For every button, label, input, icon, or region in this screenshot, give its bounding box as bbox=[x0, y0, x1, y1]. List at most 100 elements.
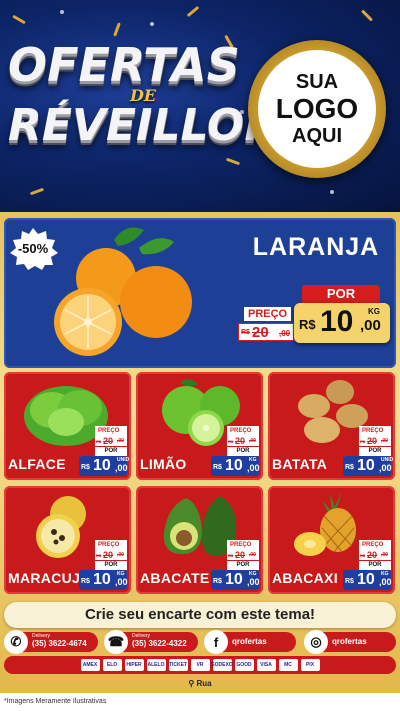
price-currency: R$ bbox=[299, 317, 316, 332]
product-price-box: PREÇO R$ 20,00 POR R$ 10 ,00 UNID bbox=[79, 426, 130, 476]
old-currency: R$ bbox=[241, 329, 250, 336]
product-price: R$ 10 ,00 KG bbox=[79, 570, 128, 590]
price-decimal: ,00 bbox=[115, 463, 128, 473]
payment-vr-icon: VR bbox=[190, 659, 210, 671]
price-integer: 10 bbox=[225, 571, 243, 588]
old-decimal: ,00 bbox=[279, 329, 291, 338]
payment-alelo-icon: ALELO bbox=[146, 659, 166, 671]
product-name: ABACATE bbox=[140, 570, 210, 586]
contact-delivery-1[interactable]: ✆ Delivery (35) 3622-4674 bbox=[4, 630, 98, 654]
old-value: 20 bbox=[103, 436, 114, 446]
por-label: POR bbox=[95, 447, 127, 456]
address-text: Rua bbox=[196, 679, 212, 688]
facebook-icon: f bbox=[204, 630, 228, 654]
old-value: 20 bbox=[252, 324, 269, 341]
instagram-icon: ◎ bbox=[304, 630, 328, 654]
product-name: BATATA bbox=[272, 456, 328, 472]
payment-amex-icon: AMEX bbox=[80, 659, 100, 671]
header-banner: OFERTAS DE RÉVEILLON SUA LOGO AQUI bbox=[0, 0, 400, 212]
price-decimal: ,00 bbox=[379, 463, 392, 473]
price-unit: UNID bbox=[381, 457, 394, 463]
product-price: R$ 10 ,00 KG bbox=[343, 570, 392, 590]
price-currency: R$ bbox=[345, 464, 354, 471]
price-integer: 10 bbox=[93, 571, 111, 588]
price-decimal: ,00 bbox=[247, 577, 260, 587]
featured-name: LARANJA bbox=[252, 233, 380, 261]
price-unit: UNID bbox=[117, 457, 130, 463]
price-integer: 10 bbox=[357, 457, 375, 474]
preco-label: PREÇO bbox=[359, 426, 391, 436]
page-title: OFERTAS DE RÉVEILLON bbox=[8, 38, 282, 151]
old-price: R$ 20,00 bbox=[95, 436, 127, 446]
product-price: R$ 10 ,00 UNID bbox=[79, 456, 130, 476]
old-value: 20 bbox=[103, 550, 114, 560]
payment-mastercard-icon: MC bbox=[278, 659, 298, 671]
old-decimal: ,00 bbox=[117, 552, 124, 558]
por-label: POR bbox=[359, 447, 391, 456]
price-currency: R$ bbox=[81, 578, 90, 585]
price-decimal: ,00 bbox=[115, 577, 128, 587]
price-unit: KG bbox=[249, 457, 257, 463]
product-card-alface[interactable]: ALFACE PREÇO R$ 20,00 POR R$ 10 ,00 UNID bbox=[4, 372, 131, 480]
por-label: POR bbox=[227, 447, 259, 456]
product-price-box: PREÇO R$ 20,00 POR R$ 10,00 KG bbox=[79, 540, 128, 590]
featured-por-label: POR bbox=[302, 285, 380, 303]
product-card-batata[interactable]: BATATA PREÇO R$ 20,00 POR R$ 10 ,00 UNID bbox=[268, 372, 395, 480]
old-decimal: ,00 bbox=[249, 552, 256, 558]
old-value: 20 bbox=[367, 550, 378, 560]
delivery-phone: (35) 3622-4674 bbox=[32, 639, 87, 648]
featured-old-price: R$ 20 ,00 bbox=[238, 323, 294, 341]
price-integer: 10 bbox=[93, 457, 111, 474]
whatsapp-icon: ✆ bbox=[4, 630, 28, 654]
price-currency: R$ bbox=[213, 464, 222, 471]
confetti bbox=[29, 187, 45, 196]
logo-line-3: AQUI bbox=[292, 125, 342, 147]
product-price: R$ 10 ,00 KG bbox=[211, 456, 260, 476]
sparkle bbox=[60, 10, 64, 14]
instagram-handle: qrofertas bbox=[332, 637, 367, 646]
old-value: 20 bbox=[367, 436, 378, 446]
contact-delivery-2[interactable]: ☎ Delivery (35) 3622-4322 bbox=[104, 630, 198, 654]
old-price: R$ 20,00 bbox=[227, 550, 259, 560]
payment-good-icon: GOOD bbox=[234, 659, 254, 671]
delivery-phone: (35) 3622-4322 bbox=[132, 639, 187, 648]
price-integer: 10 bbox=[320, 305, 354, 338]
confetti bbox=[186, 5, 200, 18]
cta-banner[interactable]: Crie seu encarte com este tema! bbox=[4, 602, 396, 628]
preco-label: PREÇO bbox=[227, 426, 259, 436]
old-decimal: ,00 bbox=[249, 438, 256, 444]
sparkle bbox=[330, 190, 334, 194]
contact-facebook[interactable]: f qrofertas bbox=[204, 630, 296, 654]
title-line-3: RÉVEILLON bbox=[8, 100, 282, 151]
price-decimal: ,00 bbox=[360, 317, 381, 334]
product-card-abacate[interactable]: ABACATE PREÇO R$ 20,00 POR R$ 10,00 KG bbox=[136, 486, 263, 594]
preco-label: PREÇO bbox=[359, 540, 391, 550]
product-price-box: PREÇO R$ 20,00 POR R$ 10,00 KG bbox=[211, 540, 260, 590]
product-card-maracuja[interactable]: MARACUJÁ PREÇO R$ 20,00 POR R$ 10,00 KG bbox=[4, 486, 131, 594]
product-price-box: PREÇO R$ 20,00 POR R$ 10 ,00 UNID bbox=[343, 426, 394, 476]
title-line-1: OFERTAS bbox=[8, 38, 240, 92]
featured-price: R$ 10 ,00 KG bbox=[294, 303, 390, 343]
facebook-handle: qrofertas bbox=[232, 637, 267, 646]
payment-sodexo-icon: SODEXO bbox=[211, 659, 233, 671]
old-price: R$ 20,00 bbox=[227, 436, 259, 446]
product-card-abacaxi[interactable]: ABACAXI PREÇO R$ 20,00 POR R$ 10,00 KG bbox=[268, 486, 395, 594]
logo-line-2: LOGO bbox=[275, 93, 359, 124]
price-unit: KG bbox=[381, 571, 389, 577]
product-name: ALFACE bbox=[8, 456, 66, 472]
old-currency: R$ bbox=[360, 553, 366, 558]
payment-hiper-icon: HIPER bbox=[124, 659, 144, 671]
old-price: R$ 20,00 bbox=[359, 436, 391, 446]
price-currency: R$ bbox=[81, 464, 90, 471]
confetti bbox=[360, 9, 374, 22]
price-unit: KG bbox=[117, 571, 125, 577]
por-label: POR bbox=[359, 561, 391, 570]
price-decimal: ,00 bbox=[379, 577, 392, 587]
product-card-limao[interactable]: LIMÃO PREÇO R$ 20,00 POR R$ 10,00 KG bbox=[136, 372, 263, 480]
price-unit: KG bbox=[249, 571, 257, 577]
price-integer: 10 bbox=[225, 457, 243, 474]
preco-label: PREÇO bbox=[95, 426, 127, 436]
orange-icon bbox=[54, 227, 192, 356]
por-label: POR bbox=[227, 561, 259, 570]
contact-instagram[interactable]: ◎ qrofertas bbox=[304, 630, 396, 654]
